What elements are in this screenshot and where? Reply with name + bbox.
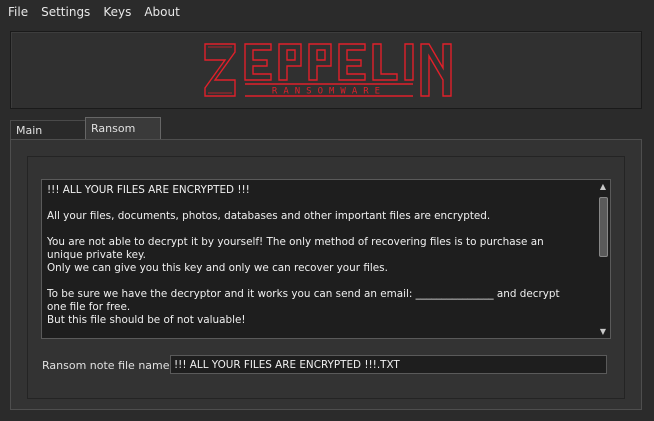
tab-main-settings[interactable]: Main settings (10, 120, 88, 156)
ransom-note-textarea[interactable]: !!! ALL YOUR FILES ARE ENCRYPTED !!! All… (41, 179, 611, 339)
tab-ransom-note[interactable]: Ransom note (85, 117, 161, 157)
menu-bar: File Settings Keys About (0, 0, 654, 24)
ransom-note-panel: !!! ALL YOUR FILES ARE ENCRYPTED !!! All… (10, 139, 642, 410)
note-group: !!! ALL YOUR FILES ARE ENCRYPTED !!! All… (27, 156, 625, 399)
logo-banner: RANSOMWARE (10, 31, 642, 109)
menu-file[interactable]: File (3, 0, 33, 24)
scroll-up-arrow-icon[interactable]: ▲ (596, 180, 610, 193)
scroll-down-arrow-icon[interactable]: ▼ (596, 325, 610, 338)
menu-about[interactable]: About (139, 0, 184, 24)
filename-input[interactable] (170, 355, 607, 374)
logo-subtitle: RANSOMWARE (272, 87, 386, 97)
menu-keys[interactable]: Keys (98, 0, 136, 24)
filename-label: Ransom note file name: (42, 359, 174, 372)
scroll-thumb[interactable] (599, 197, 608, 257)
note-heading: !!! ALL YOUR FILES ARE ENCRYPTED !!! (47, 184, 250, 196)
menu-settings[interactable]: Settings (36, 0, 95, 24)
note-paragraph: You are not able to decrypt it by yourse… (47, 236, 544, 274)
note-paragraph: To be sure we have the decryptor and it … (47, 288, 560, 326)
ransom-note-text: !!! ALL YOUR FILES ARE ENCRYPTED !!! All… (47, 184, 582, 334)
note-paragraph: All your files, documents, photos, datab… (47, 210, 491, 222)
zeppelin-logo: RANSOMWARE (204, 43, 452, 97)
note-scrollbar[interactable]: ▲ ▼ (596, 180, 610, 338)
